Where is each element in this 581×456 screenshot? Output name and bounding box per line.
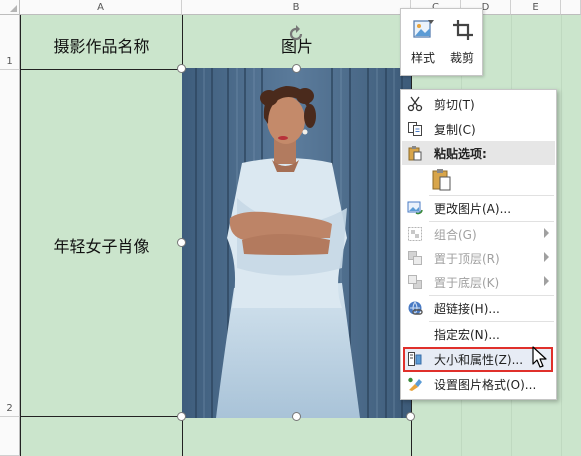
style-button[interactable]: 样式 xyxy=(403,9,443,75)
menu-item-cut[interactable]: 剪切(T) xyxy=(402,92,555,116)
menu-item-format-picture[interactable]: 设置图片格式(O)... xyxy=(402,372,555,396)
format-picture-icon xyxy=(408,377,422,391)
gridline xyxy=(561,15,562,456)
row-label-2: 2 xyxy=(6,403,13,414)
menu-label-format-picture: 设置图片格式(O)... xyxy=(434,378,537,392)
paste-icon xyxy=(408,146,422,161)
menu-label-cut: 剪切(T) xyxy=(434,98,475,112)
menu-item-bring-to-front[interactable]: 置于顶层(R) xyxy=(402,246,555,270)
rotate-icon[interactable] xyxy=(286,24,306,44)
portrait-image xyxy=(182,68,411,418)
menu-label-assign-macro: 指定宏(N)... xyxy=(434,328,500,342)
resize-handle-bottom-right[interactable] xyxy=(406,412,415,421)
crop-button[interactable]: 裁剪 xyxy=(442,9,482,75)
column-header-f[interactable] xyxy=(561,0,581,15)
resize-handle-top[interactable] xyxy=(292,64,301,73)
menu-item-send-to-back[interactable]: 置于底层(K) xyxy=(402,270,555,294)
send-to-back-icon xyxy=(408,275,422,289)
select-all-corner[interactable] xyxy=(0,0,20,15)
picture-style-icon xyxy=(413,20,434,38)
menu-label-copy: 复制(C) xyxy=(434,123,476,137)
submenu-arrow-icon xyxy=(544,276,549,286)
column-label-e: E xyxy=(532,2,539,13)
mouse-cursor-icon xyxy=(532,346,547,368)
menu-item-hyperlink[interactable]: 超链接(H)... xyxy=(402,296,555,320)
column-header-a[interactable]: A xyxy=(20,0,182,15)
crop-icon xyxy=(453,20,473,40)
paste-option-icon[interactable] xyxy=(431,168,453,192)
submenu-arrow-icon xyxy=(544,252,549,262)
style-label: 样式 xyxy=(410,51,435,65)
menu-label-size-and-properties: 大小和属性(Z)... xyxy=(434,353,524,367)
scissors-icon xyxy=(407,96,423,112)
menu-label-change-picture: 更改图片(A)... xyxy=(434,202,512,216)
column-header-b[interactable]: B xyxy=(182,0,411,15)
cell-b3[interactable] xyxy=(183,418,411,456)
change-picture-icon xyxy=(407,201,423,215)
menu-item-copy[interactable]: 复制(C) xyxy=(402,117,555,141)
column-label-b: B xyxy=(292,2,300,13)
menu-label-send-to-back: 置于底层(K) xyxy=(434,276,500,290)
menu-label-hyperlink: 超链接(H)... xyxy=(434,302,500,316)
resize-handle-bottom-left[interactable] xyxy=(177,412,186,421)
hyperlink-icon xyxy=(408,301,423,315)
cell-a2[interactable]: 年轻女子肖像 xyxy=(21,233,182,257)
size-properties-icon xyxy=(408,352,422,366)
resize-handle-bottom[interactable] xyxy=(292,412,301,421)
resize-handle-left[interactable] xyxy=(177,238,186,247)
menu-label-group: 组合(G) xyxy=(434,228,477,242)
portrait-picture[interactable] xyxy=(182,68,411,418)
row-header-1[interactable]: 1 xyxy=(0,15,20,70)
group-icon xyxy=(408,227,422,241)
column-label-a: A xyxy=(97,2,104,13)
menu-header-paste-options: 粘贴选项: xyxy=(402,141,555,165)
bring-to-front-icon xyxy=(408,251,422,265)
submenu-arrow-icon xyxy=(544,228,549,238)
crop-label: 裁剪 xyxy=(449,51,474,65)
menu-label-paste-options: 粘贴选项: xyxy=(434,147,487,161)
cell-a3[interactable] xyxy=(21,418,182,456)
copy-icon xyxy=(408,122,422,136)
menu-label-bring-to-front: 置于顶层(R) xyxy=(434,252,500,266)
row-header-3[interactable] xyxy=(0,417,20,456)
cell-a1[interactable]: 摄影作品名称 xyxy=(21,33,182,57)
mini-toolbar: 样式 裁剪 xyxy=(400,8,483,76)
row-label-1: 1 xyxy=(6,56,13,67)
menu-item-assign-macro[interactable]: 指定宏(N)... xyxy=(402,322,555,346)
row-header-2[interactable]: 2 xyxy=(0,70,20,417)
column-header-e[interactable]: E xyxy=(511,0,561,15)
resize-handle-top-left[interactable] xyxy=(177,64,186,73)
menu-item-group[interactable]: 组合(G) xyxy=(402,222,555,246)
menu-item-change-picture[interactable]: 更改图片(A)... xyxy=(402,196,555,220)
